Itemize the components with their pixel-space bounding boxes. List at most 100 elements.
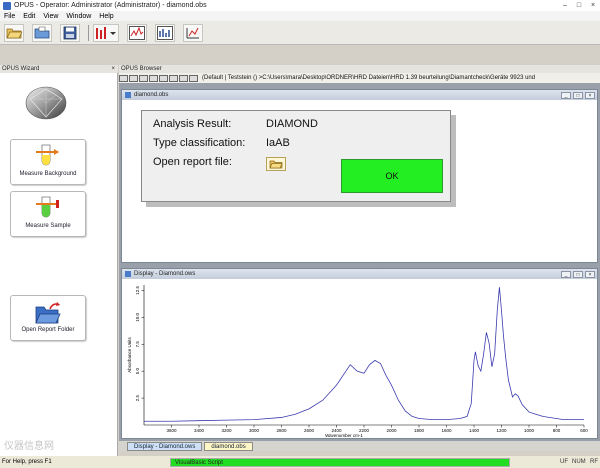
status-bar: For Help, press F1 VisualBasic Script UF… xyxy=(0,456,600,468)
x-tick-label: 2000 xyxy=(386,428,397,433)
progress-label: VisualBasic Script xyxy=(175,460,223,466)
browser-nav-icon[interactable] xyxy=(119,74,128,82)
display-minimize-button[interactable]: _ xyxy=(561,270,571,278)
tab-display-diamond[interactable]: Display - Diamond.ows xyxy=(127,441,203,451)
x-tick-label: 3400 xyxy=(194,428,205,433)
browser-nav-icon[interactable] xyxy=(179,74,188,82)
x-tick-label: 600 xyxy=(580,428,588,433)
ok-button[interactable]: OK xyxy=(341,159,443,193)
spectrum-chart[interactable]: 2.5 5.0 7.5 10.0 12.5 3600 3400 3200 3000 2800 26… xyxy=(122,279,597,438)
wizard-title: OPUS Wizard xyxy=(2,66,40,72)
menu-file[interactable]: File xyxy=(4,13,15,20)
wizard-close-icon[interactable]: × xyxy=(111,66,115,72)
browser-nav-icon[interactable] xyxy=(139,74,148,82)
browser-nav-icon[interactable] xyxy=(149,74,158,82)
x-tick-label: 1200 xyxy=(496,428,507,433)
open-file-icon[interactable] xyxy=(4,23,24,42)
report-icon[interactable] xyxy=(155,23,175,42)
browser-path[interactable]: (Default | Teststein () >C:\Users\mara\D… xyxy=(202,75,535,81)
measure-sample-label: Measure Sample xyxy=(25,223,71,229)
status-indicator-uf: UF xyxy=(560,459,568,465)
type-classification-value: IaAB xyxy=(266,137,290,149)
wizard-panel: Measure Background Measure Sample Open R… xyxy=(0,73,118,456)
minimize-button[interactable]: – xyxy=(558,1,572,10)
close-button[interactable]: × xyxy=(586,1,600,10)
script-progress-bar: VisualBasic Script xyxy=(170,458,510,467)
x-tick-label: 3200 xyxy=(221,428,232,433)
menu-edit[interactable]: Edit xyxy=(23,13,35,20)
measure-background-button[interactable]: Measure Background xyxy=(10,139,86,185)
document-icon xyxy=(125,92,131,98)
analysis-result-dialog: Analysis Result: DIAMOND Type classifica… xyxy=(141,110,451,202)
display-window-titlebar[interactable]: Display - Diamond.ows _ □ × xyxy=(122,269,597,279)
x-tick-label: 1000 xyxy=(524,428,535,433)
open-report-folder-button[interactable]: Open Report Folder xyxy=(10,295,86,341)
title-bar: OPUS - Operator: Administrator (Administ… xyxy=(0,0,600,11)
status-indicator-rf: RF xyxy=(590,459,598,465)
status-indicator-num: NUM xyxy=(572,459,586,465)
x-tick-label: 1800 xyxy=(414,428,425,433)
browser-title: OPUS Browser xyxy=(121,66,162,72)
y-tick-label: 2.5 xyxy=(135,394,140,401)
display-window: Display - Diamond.ows _ □ × 2.5 5.0 7.5 10.… xyxy=(121,268,598,439)
toolbar-separator xyxy=(88,24,89,41)
diamond-image xyxy=(25,86,67,120)
obs-minimize-button[interactable]: _ xyxy=(561,91,571,99)
save-icon[interactable] xyxy=(60,23,80,42)
watermark-text: 仪器信息网 xyxy=(4,441,54,452)
maximize-button[interactable]: □ xyxy=(572,1,586,10)
x-tick-label: 3000 xyxy=(249,428,260,433)
document-tabs: Display - Diamond.ows diamond.obs xyxy=(119,441,600,451)
toolbar xyxy=(0,21,600,45)
browser-nav-icon[interactable] xyxy=(159,74,168,82)
measure-sample-button[interactable]: Measure Sample xyxy=(10,191,86,237)
open-report-file-button[interactable] xyxy=(266,157,286,171)
y-tick-label: 5.0 xyxy=(135,368,140,375)
menu-help[interactable]: Help xyxy=(99,13,113,20)
open-report-folder-label: Open Report Folder xyxy=(21,327,75,333)
x-tick-label: 1600 xyxy=(441,428,452,433)
measure-icon[interactable] xyxy=(183,23,203,42)
type-classification-label: Type classification: xyxy=(153,137,246,149)
window-title: OPUS - Operator: Administrator (Administ… xyxy=(14,2,207,9)
y-axis-label: Absorbance Units xyxy=(127,336,132,372)
open-folder-icon xyxy=(35,302,61,324)
folder-icon xyxy=(269,160,283,169)
y-tick-label: 12.5 xyxy=(135,286,140,295)
x-tick-label: 2600 xyxy=(304,428,315,433)
display-spectrum-icon[interactable] xyxy=(127,23,147,42)
browser-path-bar: (Default | Teststein () >C:\Users\mara\D… xyxy=(119,73,600,83)
status-help-text: For Help, press F1 xyxy=(2,459,52,465)
peak-pick-icon[interactable] xyxy=(93,23,119,42)
x-tick-label: 3600 xyxy=(166,428,177,433)
load-icon[interactable] xyxy=(32,23,52,42)
window-controls: – □ × xyxy=(558,1,600,10)
menu-window[interactable]: Window xyxy=(66,13,91,20)
browser-nav-icon[interactable] xyxy=(169,74,178,82)
browser-nav-icon[interactable] xyxy=(189,74,198,82)
x-tick-label: 800 xyxy=(553,428,561,433)
tab-diamond-obs[interactable]: diamond.obs xyxy=(204,441,253,451)
menu-view[interactable]: View xyxy=(43,13,58,20)
app-icon xyxy=(3,1,11,10)
obs-maximize-button[interactable]: □ xyxy=(573,91,583,99)
browser-nav-icon[interactable] xyxy=(129,74,138,82)
y-tick-label: 7.5 xyxy=(135,341,140,348)
x-tick-label: 1400 xyxy=(469,428,480,433)
display-window-title: Display - Diamond.ows xyxy=(134,271,196,277)
x-tick-label: 2800 xyxy=(276,428,287,433)
measure-background-label: Measure Background xyxy=(19,171,77,177)
open-report-file-label: Open report file: xyxy=(153,156,232,168)
analysis-result-value: DIAMOND xyxy=(266,118,318,130)
y-tick-label: 10.0 xyxy=(135,312,140,321)
analysis-result-label: Analysis Result: xyxy=(153,118,232,130)
obs-close-button[interactable]: × xyxy=(585,91,595,99)
display-maximize-button[interactable]: □ xyxy=(573,270,583,278)
browser-panel-header: OPUS Browser xyxy=(119,65,600,73)
chart-document-icon xyxy=(125,271,131,277)
obs-window-titlebar[interactable]: diamond.obs _ □ × xyxy=(122,90,597,100)
measure-background-icon xyxy=(36,144,59,166)
display-close-button[interactable]: × xyxy=(585,270,595,278)
obs-window-title: diamond.obs xyxy=(134,92,169,98)
wizard-panel-header: OPUS Wizard × xyxy=(0,65,118,73)
